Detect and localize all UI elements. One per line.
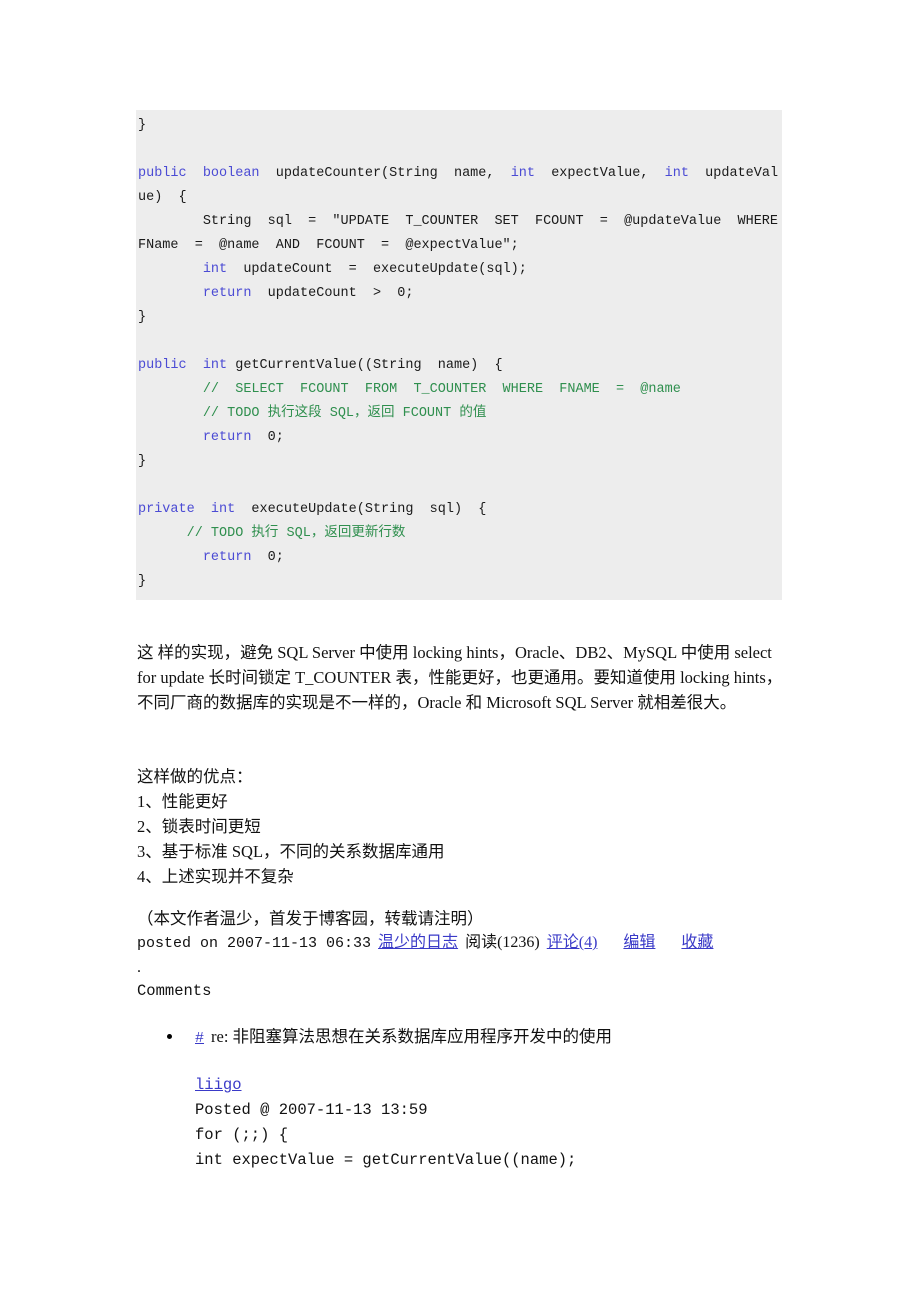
code-token: return [202,550,252,565]
read-count: 阅读(1236) [465,934,540,951]
code-line: int updateCount = executeUpdate(sql); [136,258,782,282]
code-token: getCurrentValue((String name) { [227,358,503,373]
code-line: String sql = ″UPDATE T_COUNTER SET FCOUN… [136,210,782,258]
code-token: } [138,454,147,469]
code-token: String sql = ″UPDATE T_COUNTER SET FCOUN… [138,214,795,253]
comment-title-text: re: 非阻塞算法思想在关系数据库应用程序开发中的使用 [211,1027,613,1046]
code-token: updateCounter(String name, [259,166,511,181]
code-token: // SELECT FCOUNT FROM T_COUNTER WHERE FN… [138,382,681,397]
advantage-item: 3、基于标准 SQL，不同的关系数据库通用 [137,842,445,861]
code-token: int [202,358,228,373]
code-token: return [202,430,252,445]
comment-title-row: # re: 非阻塞算法思想在关系数据库应用程序开发中的使用 [195,1025,612,1051]
code-line: } [136,306,782,330]
code-token: boolean [202,166,260,181]
code-token: 0; [251,550,284,565]
anchor-hash-icon[interactable]: # [195,1030,204,1047]
document-page: } public boolean updateCounter(String na… [0,0,920,1302]
code-line: } [136,114,782,138]
code-line: private int executeUpdate(String sql) { [136,498,782,522]
code-token: int [664,166,689,181]
code-token: updateCount > 0; [251,286,414,301]
bullet-icon [167,1034,172,1039]
advantage-item: 2、锁表时间更短 [137,817,261,836]
code-line: public boolean updateCounter(String name… [136,162,782,210]
code-line: return updateCount > 0; [136,282,782,306]
author-note: （本文作者温少，首发于博客园，转载请注明） [137,909,484,928]
code-line: } [136,570,782,594]
separator-dot: . [137,959,141,976]
code-line: return 0; [136,426,782,450]
code-token: int [510,166,535,181]
code-token: } [138,118,147,133]
posted-on-text: posted on 2007-11-13 06:33 [137,935,372,952]
code-token: updateCount = executeUpdate(sql); [227,262,527,277]
comments-link[interactable]: 评论(4) [547,934,598,951]
code-token: 0; [251,430,284,445]
post-meta-line: posted on 2007-11-13 06:33 温少的日志 阅读(1236) 评… [137,931,837,956]
code-line: } [136,450,782,474]
comments-heading: Comments [137,982,212,1000]
comment-code-line-2: int expectValue = getCurrentValue((name)… [195,1151,577,1169]
code-token: // TODO 执行 SQL，返回更新行数 [138,526,406,541]
code-token: executeUpdate(String sql) { [235,502,487,517]
article-paragraph: 这 样的实现，避免 SQL Server 中使用 locking hints，O… [137,643,783,712]
advantage-item: 4、上述实现并不复杂 [137,867,294,886]
code-line: public int getCurrentValue((String name)… [136,354,782,378]
comment-body: liigo Posted @ 2007-11-13 13:59 for (;;)… [195,1072,576,1173]
code-line: // TODO 执行 SQL，返回更新行数 [136,522,782,546]
blog-link[interactable]: 温少的日志 [378,934,458,951]
code-token: int [202,262,228,277]
code-token: public [138,166,187,181]
code-line: // TODO 执行这段 SQL，返回 FCOUNT 的值 [136,402,782,426]
comment-code-line-1: for (;;) { [195,1126,289,1144]
code-line: return 0; [136,546,782,570]
code-token: // TODO 执行这段 SQL，返回 FCOUNT 的值 [138,406,487,421]
code-token: } [138,310,147,325]
code-line: // SELECT FCOUNT FROM T_COUNTER WHERE FN… [136,378,782,402]
code-token: private [138,502,195,517]
code-token: public [138,358,187,373]
comment-author-link[interactable]: liigo [195,1076,242,1094]
advantage-item: 1、性能更好 [137,792,228,811]
edit-link[interactable]: 编辑 [623,934,655,951]
advantages-list: 这样做的优点： 1、性能更好 2、锁表时间更短 3、基于标准 SQL，不同的关系数据库… [137,764,697,889]
code-block: } public boolean updateCounter(String na… [136,110,782,600]
code-token: } [138,574,147,589]
favorite-link[interactable]: 收藏 [681,934,713,951]
code-token: expectValue, [535,166,665,181]
advantages-heading: 这样做的优点： [137,767,253,786]
code-token: return [202,286,252,301]
comment-timestamp: Posted @ 2007-11-13 13:59 [195,1101,428,1119]
code-token: int [210,502,236,517]
